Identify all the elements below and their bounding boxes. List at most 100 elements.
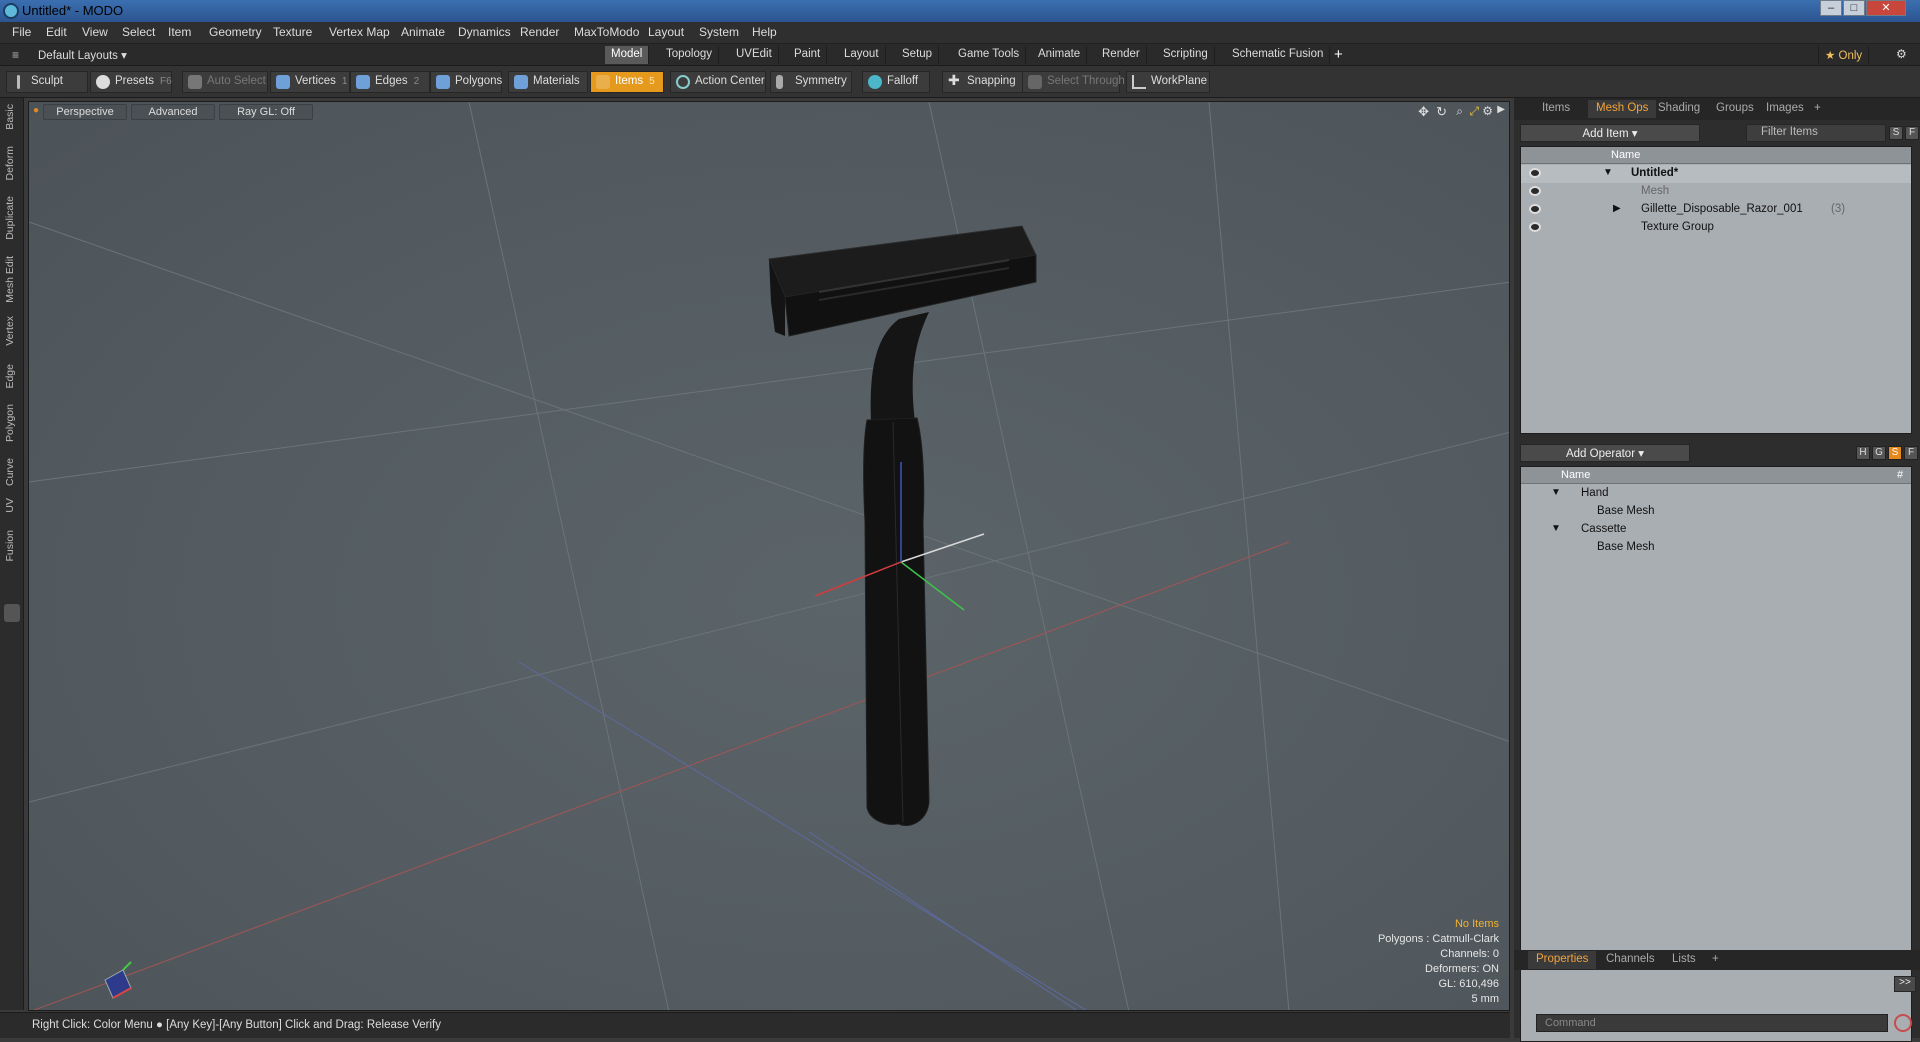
presets-button[interactable]: Presets F6: [90, 71, 172, 93]
item-row-untitled[interactable]: ▼ Untitled*: [1521, 165, 1911, 183]
visibility-eye-icon[interactable]: [1529, 168, 1541, 178]
add-panel-tab[interactable]: +: [1806, 100, 1829, 118]
filter-items-input[interactable]: Filter Items: [1746, 124, 1886, 142]
view-settings-gear-icon[interactable]: ⚙: [1482, 104, 1493, 118]
gear-icon[interactable]: ⚙: [1896, 47, 1907, 61]
visibility-eye-icon[interactable]: [1529, 186, 1541, 196]
snapping-button[interactable]: ✚ Snapping: [942, 71, 1028, 93]
ray-gl-button[interactable]: Ray GL: Off: [219, 104, 313, 120]
items-button[interactable]: Items 5: [590, 71, 664, 93]
tab-items[interactable]: Items: [1534, 100, 1578, 118]
sculpt-button[interactable]: Sculpt: [6, 71, 88, 93]
menu-view[interactable]: View: [82, 25, 108, 39]
operator-row-hand[interactable]: ▼ Hand: [1521, 485, 1911, 503]
vtab-basic[interactable]: Basic: [4, 104, 16, 130]
f-operator-toggle[interactable]: F: [1904, 446, 1918, 460]
menu-vertex-map[interactable]: Vertex Map: [329, 25, 390, 39]
h-toggle[interactable]: H: [1856, 446, 1870, 460]
materials-button[interactable]: Materials: [508, 71, 588, 93]
tab-lists[interactable]: Lists: [1664, 951, 1704, 969]
vtab-duplicate[interactable]: Duplicate: [4, 196, 16, 240]
add-tab-button[interactable]: +: [1334, 46, 1343, 63]
tab-paint[interactable]: Paint: [788, 46, 828, 64]
menu-maxtomodo[interactable]: MaxToModo: [574, 25, 639, 39]
tab-groups[interactable]: Groups: [1708, 100, 1762, 118]
item-row-razor[interactable]: ▶ Gillette_Disposable_Razor_001 (3): [1521, 201, 1911, 219]
only-toggle[interactable]: ★ Only: [1818, 46, 1870, 64]
tab-animate[interactable]: Animate: [1032, 46, 1088, 64]
menu-texture[interactable]: Texture: [273, 25, 312, 39]
tab-scripting[interactable]: Scripting: [1157, 46, 1215, 64]
tab-layout[interactable]: Layout: [838, 46, 886, 64]
tab-properties[interactable]: Properties: [1528, 951, 1597, 969]
tab-mesh-ops[interactable]: Mesh Ops: [1588, 100, 1657, 118]
view-advanced-button[interactable]: Advanced: [131, 104, 215, 120]
collapse-arrow-icon[interactable]: ▼: [1603, 167, 1613, 178]
viewport-menu-icon[interactable]: ●: [33, 105, 39, 116]
menu-select[interactable]: Select: [122, 25, 155, 39]
viewport-arrow-icon[interactable]: ▶: [1497, 104, 1505, 115]
vtab-mesh-edit[interactable]: Mesh Edit: [4, 256, 16, 303]
edges-button[interactable]: Edges 2: [350, 71, 430, 93]
falloff-button[interactable]: Falloff: [862, 71, 930, 93]
command-input[interactable]: Command: [1536, 1014, 1888, 1032]
expand-arrow-icon[interactable]: ▶: [1613, 203, 1621, 214]
maximize-button[interactable]: □: [1843, 0, 1865, 16]
s-toggle[interactable]: S: [1889, 126, 1903, 140]
select-through-button[interactable]: Select Through: [1022, 71, 1125, 93]
menu-geometry[interactable]: Geometry: [209, 25, 262, 39]
item-row-texture-group[interactable]: Texture Group: [1521, 219, 1911, 237]
tab-channels[interactable]: Channels: [1598, 951, 1663, 969]
close-button[interactable]: ✕: [1866, 0, 1906, 16]
minimize-button[interactable]: –: [1820, 0, 1842, 16]
operator-row-base-mesh[interactable]: Base Mesh: [1521, 503, 1911, 521]
action-center-button[interactable]: Action Center: [670, 71, 766, 93]
vtab-polygon[interactable]: Polygon: [4, 404, 16, 442]
menu-edit[interactable]: Edit: [46, 25, 67, 39]
g-toggle[interactable]: G: [1872, 446, 1886, 460]
tab-topology[interactable]: Topology: [660, 46, 720, 64]
vtab-uv[interactable]: UV: [4, 498, 16, 513]
menu-dynamics[interactable]: Dynamics: [458, 25, 511, 39]
palette-expand-button[interactable]: [4, 604, 20, 622]
tab-shading[interactable]: Shading: [1650, 100, 1708, 118]
operator-row-base-mesh[interactable]: Base Mesh: [1521, 539, 1911, 557]
menu-layout[interactable]: Layout: [648, 25, 684, 39]
fit-icon[interactable]: ⤢: [1469, 104, 1479, 119]
vtab-curve[interactable]: Curve: [4, 458, 16, 486]
auto-select-button[interactable]: Auto Select: [182, 71, 268, 93]
vtab-vertex[interactable]: Vertex: [4, 316, 16, 346]
item-row-mesh[interactable]: Mesh: [1521, 183, 1911, 201]
menu-item[interactable]: Item: [168, 25, 191, 39]
menu-help[interactable]: Help: [752, 25, 777, 39]
workplane-button[interactable]: WorkPlane: [1126, 71, 1210, 93]
vtab-edge[interactable]: Edge: [4, 364, 16, 389]
3d-viewport[interactable]: ● Perspective Advanced Ray GL: Off ✥ ↻ ⌕…: [28, 101, 1510, 1011]
polygons-button[interactable]: Polygons: [430, 71, 502, 93]
expand-properties-button[interactable]: >>: [1894, 976, 1916, 992]
pan-icon[interactable]: ✥: [1418, 104, 1429, 120]
vtab-deform[interactable]: Deform: [4, 146, 16, 180]
view-perspective-button[interactable]: Perspective: [43, 104, 127, 120]
add-properties-tab[interactable]: +: [1704, 951, 1727, 969]
s-operator-toggle[interactable]: S: [1888, 446, 1902, 460]
tab-uvedit[interactable]: UVEdit: [730, 46, 779, 64]
add-operator-button[interactable]: Add Operator ▾: [1520, 444, 1690, 462]
tab-model[interactable]: Model: [605, 46, 650, 64]
visibility-eye-icon[interactable]: [1529, 222, 1541, 232]
tab-setup[interactable]: Setup: [896, 46, 940, 64]
menu-render[interactable]: Render: [520, 25, 559, 39]
menu-animate[interactable]: Animate: [401, 25, 445, 39]
symmetry-button[interactable]: Symmetry: [770, 71, 852, 93]
menu-file[interactable]: File: [12, 25, 31, 39]
zoom-icon[interactable]: ⌕: [1456, 104, 1463, 119]
layout-preset-dropdown[interactable]: Default Layouts ▾: [38, 48, 127, 62]
rotate-icon[interactable]: ↻: [1436, 104, 1447, 120]
tab-game-tools[interactable]: Game Tools: [952, 46, 1027, 64]
tab-schematic-fusion[interactable]: Schematic Fusion: [1226, 46, 1331, 64]
visibility-eye-icon[interactable]: [1529, 204, 1541, 214]
tab-render[interactable]: Render: [1096, 46, 1147, 64]
vtab-fusion[interactable]: Fusion: [4, 530, 16, 562]
operator-row-cassette[interactable]: ▼ Cassette: [1521, 521, 1911, 539]
f-toggle[interactable]: F: [1905, 126, 1919, 140]
